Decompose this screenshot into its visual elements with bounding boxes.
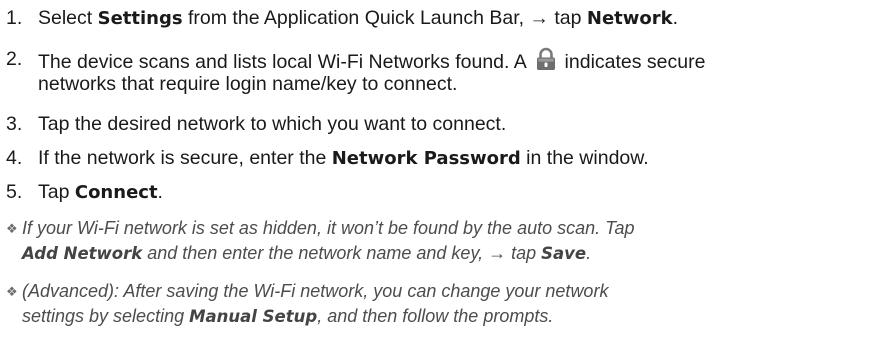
lock-icon: [537, 47, 556, 70]
text-run: Select: [38, 7, 98, 29]
text-run: , and then follow the prompts.: [317, 306, 554, 326]
text-run: .: [157, 181, 163, 203]
note-text: If your Wi-Fi network is set as hidden, …: [22, 218, 635, 238]
bold-term-connect: Connect: [74, 182, 158, 203]
text-run: The device scans and lists local Wi-Fi N…: [38, 51, 532, 73]
bold-term-save: Save: [541, 244, 587, 263]
step-text: Tap Connect.: [38, 180, 163, 205]
bold-term-settings: Settings: [97, 8, 183, 29]
text-run: Tap: [38, 181, 75, 203]
bold-term-manual-setup: Manual Setup: [189, 307, 318, 326]
diamond-bullet-icon: ❖: [6, 221, 18, 236]
note-text: settings by selecting Manual Setup, and …: [22, 304, 553, 329]
note-text: Add Network and then enter the network n…: [22, 241, 591, 266]
bold-term-add-network: Add Network: [22, 244, 143, 263]
step-number: 4.: [6, 147, 23, 169]
step-number: 5.: [6, 181, 23, 203]
step-text: networks that require login name/key to …: [38, 73, 458, 95]
step-text: Tap the desired network to which you wan…: [38, 113, 507, 135]
step-text: The device scans and lists local Wi-Fi N…: [38, 47, 705, 75]
text-run: settings by selecting: [22, 306, 190, 326]
bold-term-network: Network: [586, 8, 673, 29]
text-run: indicates secure: [559, 51, 706, 73]
step-number: 3.: [6, 113, 23, 135]
step-number: 1.: [6, 7, 23, 29]
diamond-bullet-icon: ❖: [6, 284, 18, 299]
step-text: If the network is secure, enter the Netw…: [38, 146, 649, 171]
text-run: in the window.: [520, 147, 649, 169]
bold-term-network-password: Network Password: [331, 148, 521, 169]
text-run: and then enter the network name and key,…: [142, 243, 542, 263]
text-run: .: [586, 243, 592, 263]
note-text: (Advanced): After saving the Wi-Fi netwo…: [22, 281, 609, 301]
text-run: from the Application Quick Launch Bar, →…: [182, 7, 587, 29]
text-run: .: [672, 7, 679, 29]
instructions-document: 1. Select Settings from the Application …: [0, 0, 879, 342]
text-run: If the network is secure, enter the: [38, 147, 332, 169]
step-number: 2.: [6, 48, 23, 70]
step-text: Select Settings from the Application Qui…: [38, 6, 678, 31]
